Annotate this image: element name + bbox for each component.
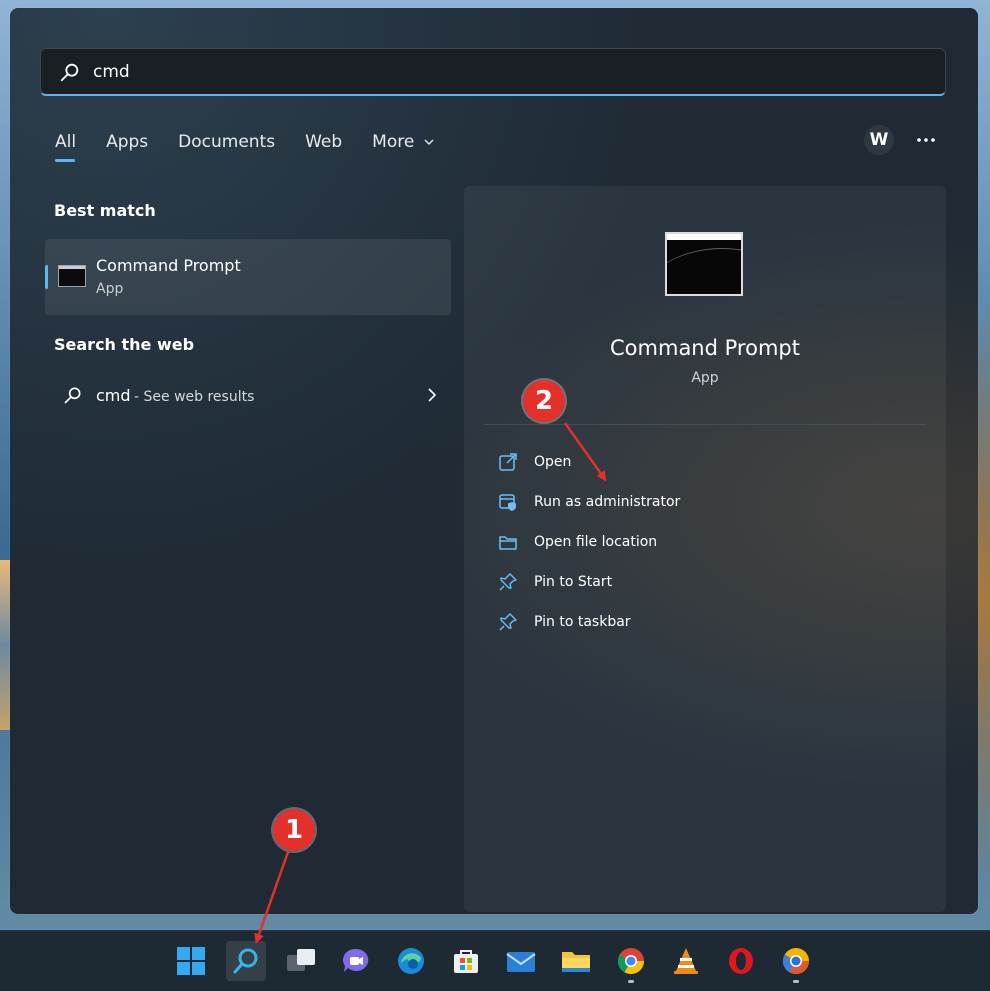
web-result-item[interactable]: cmd - See web results — [55, 374, 451, 418]
search-flyout: All Apps Documents Web More W Best match… — [10, 8, 978, 914]
taskbar-edge[interactable] — [391, 941, 431, 981]
detail-pane: Command Prompt App Open Run as administr… — [464, 186, 946, 912]
search-icon — [233, 948, 258, 974]
avatar[interactable]: W — [864, 125, 894, 155]
teams-chat-icon — [343, 948, 369, 972]
best-match-heading: Best match — [54, 201, 156, 220]
best-match-item[interactable]: Command Prompt App — [45, 239, 451, 315]
annotation-badge-2: 2 — [523, 380, 565, 422]
action-open[interactable]: Open — [494, 448, 914, 478]
taskbar-chrome-canary[interactable] — [776, 941, 816, 983]
edge-icon — [398, 948, 424, 974]
chrome-icon — [617, 948, 645, 975]
taskbar-opera[interactable] — [721, 941, 761, 981]
chevron-right-icon — [428, 388, 437, 402]
filter-tabs: All Apps Documents Web More — [55, 128, 449, 168]
tab-documents[interactable]: Documents — [163, 128, 290, 168]
shield-admin-icon — [499, 494, 516, 511]
selection-indicator — [45, 265, 48, 289]
open-external-icon — [499, 453, 517, 471]
action-open-file-location[interactable]: Open file location — [494, 528, 914, 558]
taskbar-start[interactable] — [171, 941, 211, 981]
chevron-down-icon — [424, 139, 434, 145]
taskbar — [0, 930, 990, 991]
action-pin-to-taskbar[interactable]: Pin to taskbar — [494, 608, 914, 638]
file-explorer-icon — [562, 952, 590, 972]
web-suffix: - See web results — [134, 389, 255, 405]
running-indicator — [793, 980, 799, 983]
task-view-icon — [287, 949, 315, 971]
pin-icon — [499, 573, 517, 591]
windows-start-icon — [177, 947, 205, 975]
action-pin-to-start[interactable]: Pin to Start — [494, 568, 914, 598]
web-query: cmd — [96, 386, 131, 405]
search-web-heading: Search the web — [54, 335, 195, 354]
opera-icon — [729, 948, 753, 974]
search-icon — [60, 63, 79, 81]
taskbar-task-view[interactable] — [281, 941, 321, 981]
command-prompt-large-icon — [665, 232, 743, 296]
annotation-badge-1: 1 — [273, 809, 315, 851]
tab-web[interactable]: Web — [290, 128, 357, 168]
action-run-as-administrator[interactable]: Run as administrator — [494, 488, 914, 518]
command-prompt-icon — [58, 265, 86, 287]
chrome-canary-icon — [782, 948, 810, 975]
taskbar-file-explorer[interactable] — [556, 941, 596, 981]
taskbar-vlc[interactable] — [666, 941, 706, 981]
best-match-title: Command Prompt — [96, 256, 241, 275]
search-box[interactable] — [40, 48, 946, 96]
taskbar-mail[interactable] — [501, 941, 541, 981]
best-match-subtitle: App — [96, 281, 124, 297]
divider — [484, 424, 926, 425]
pin-icon — [499, 613, 517, 631]
taskbar-chat[interactable] — [336, 941, 376, 981]
more-options-icon[interactable] — [914, 128, 938, 152]
running-indicator — [628, 980, 634, 983]
tab-more[interactable]: More — [357, 128, 449, 168]
search-icon — [64, 387, 81, 404]
taskbar-store[interactable] — [446, 941, 486, 981]
detail-title: Command Prompt — [610, 336, 800, 360]
tab-all[interactable]: All — [55, 128, 91, 168]
vlc-icon — [674, 948, 698, 974]
search-input[interactable] — [91, 60, 915, 83]
tab-apps[interactable]: Apps — [91, 128, 163, 168]
taskbar-chrome[interactable] — [611, 941, 651, 983]
folder-icon — [499, 536, 517, 550]
taskbar-search[interactable] — [226, 941, 266, 981]
mail-icon — [506, 952, 536, 972]
store-icon — [454, 950, 478, 973]
